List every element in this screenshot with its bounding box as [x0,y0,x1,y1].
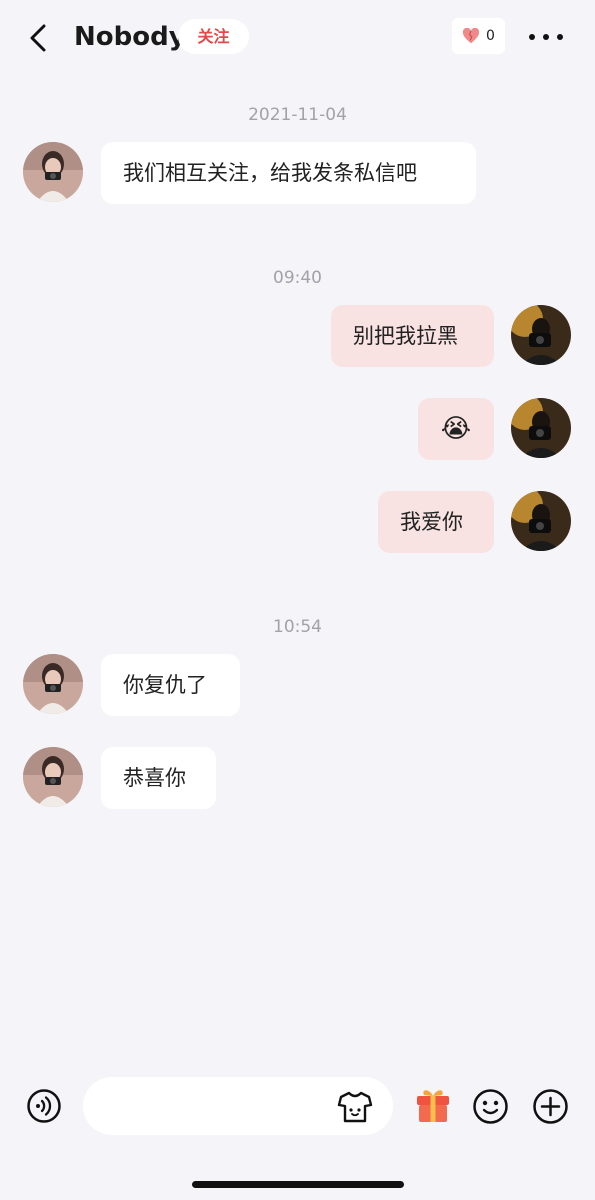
shirt-icon [337,1091,373,1123]
message-bubble[interactable]: 恭喜你 [101,747,216,809]
message-bubble[interactable]: 我爱你 [378,491,494,553]
more-horizontal-icon [529,34,563,40]
chat-header: Nobody 关注 0 [0,0,595,76]
follow-button[interactable]: 关注 [178,19,249,54]
message-bubble[interactable]: 你复仇了 [101,654,240,716]
likes-button[interactable]: 0 [452,18,505,54]
timestamp: 10:54 [273,617,322,637]
outfit-button[interactable] [337,1090,373,1124]
plus-circle-icon [533,1089,568,1124]
chat-title: Nobody [74,22,186,52]
emoji-button[interactable] [472,1088,509,1125]
timestamp: 09:40 [273,268,322,288]
heart-icon [462,28,480,44]
home-indicator[interactable] [192,1181,404,1188]
timestamp: 2021-11-04 [248,105,347,125]
message-bubble[interactable]: 别把我拉黑 [331,305,494,367]
voice-icon [27,1089,61,1123]
message-bubble[interactable]: 😭 [418,398,494,460]
gift-button[interactable] [415,1086,451,1124]
add-button[interactable] [532,1088,569,1125]
more-button[interactable] [526,20,566,54]
smile-icon [473,1089,508,1124]
contact-avatar[interactable] [23,142,83,202]
chevron-left-icon [30,24,46,52]
message-bubble[interactable]: 我们相互关注，给我发条私信吧 [101,142,476,204]
voice-button[interactable] [26,1088,62,1124]
back-button[interactable] [26,20,54,56]
contact-avatar[interactable] [23,747,83,807]
self-avatar[interactable] [511,398,571,458]
likes-count: 0 [486,28,495,44]
gift-icon [417,1090,449,1122]
self-avatar[interactable] [511,491,571,551]
self-avatar[interactable] [511,305,571,365]
contact-avatar[interactable] [23,654,83,714]
